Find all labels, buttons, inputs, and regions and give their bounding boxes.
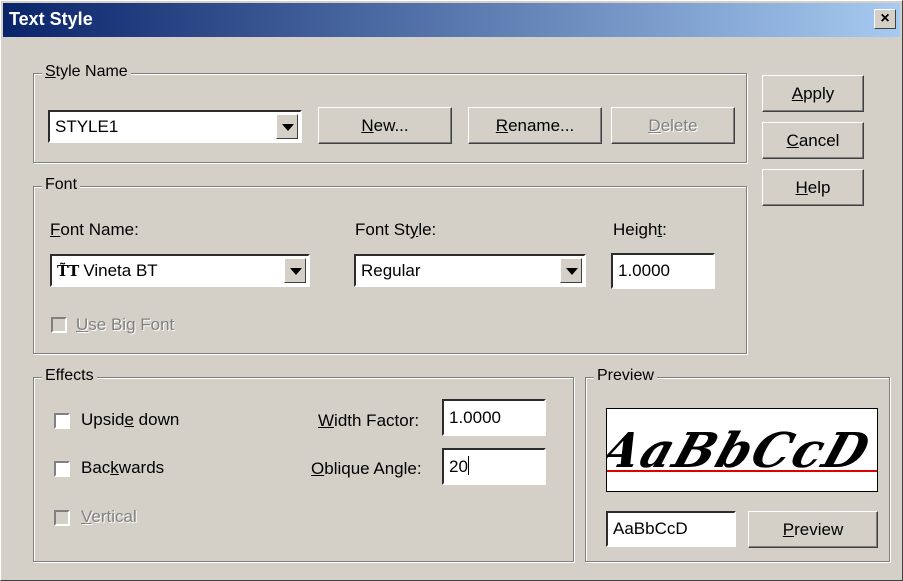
use-big-font-checkbox[interactable] [51,317,67,333]
use-big-font-label: Use Big Font [76,315,175,334]
font-legend: Font [42,176,81,194]
font-style-label: Font Style: [355,220,437,239]
preview-canvas: AaBbCcD [606,408,878,492]
width-factor-input[interactable]: 1.0000 [442,399,546,436]
oblique-angle-value: 20 [449,457,468,476]
font-style-combo[interactable]: Regular [354,254,586,287]
oblique-angle-label: Oblique Angle: [311,459,422,478]
chevron-down-icon[interactable] [276,114,298,139]
text-style-dialog: Text Style × Style Name STYLE1 New... Re… [0,0,903,581]
backwards-checkbox[interactable] [54,461,70,477]
width-factor-label: Width Factor: [318,411,420,430]
preview-baseline [607,470,877,472]
apply-button[interactable]: Apply [762,75,864,112]
preview-button[interactable]: Preview [748,511,878,548]
upside-down-checkbox[interactable] [54,413,70,429]
height-input[interactable]: 1.0000 [611,253,715,289]
font-name-label: Font Name: [50,220,139,239]
oblique-angle-input[interactable]: 20 [442,448,546,485]
style-name-combo[interactable]: STYLE1 [48,110,302,143]
vertical-label: Vertical [81,507,137,526]
delete-button[interactable]: Delete [611,107,735,144]
text-cursor [467,456,469,475]
backwards-label: Backwards [81,458,165,477]
new-button[interactable]: New... [318,107,452,144]
dialog-title: Text Style [9,9,93,29]
help-button[interactable]: Help [762,169,864,206]
upside-down-label: Upside down [81,410,180,429]
chevron-down-icon[interactable] [284,258,306,283]
chevron-down-icon[interactable] [560,258,582,283]
preview-text-input[interactable]: AaBbCcD [606,511,736,547]
font-name-combo[interactable]: T̃T Vineta BT [50,254,310,287]
preview-legend: Preview [594,367,657,385]
vertical-checkbox[interactable] [54,510,70,526]
title-bar[interactable]: Text Style × [3,3,900,37]
close-button[interactable]: × [874,9,896,29]
style-name-legend: Style Name [42,63,131,81]
font-style-value: Regular [361,261,421,280]
cancel-button[interactable]: Cancel [762,122,864,159]
truetype-icon: T̃T [57,262,80,280]
effects-legend: Effects [42,367,97,385]
rename-button[interactable]: Rename... [468,107,602,144]
style-name-value: STYLE1 [55,117,119,136]
font-name-value: Vineta BT [83,261,158,280]
height-label: Height: [613,220,667,239]
